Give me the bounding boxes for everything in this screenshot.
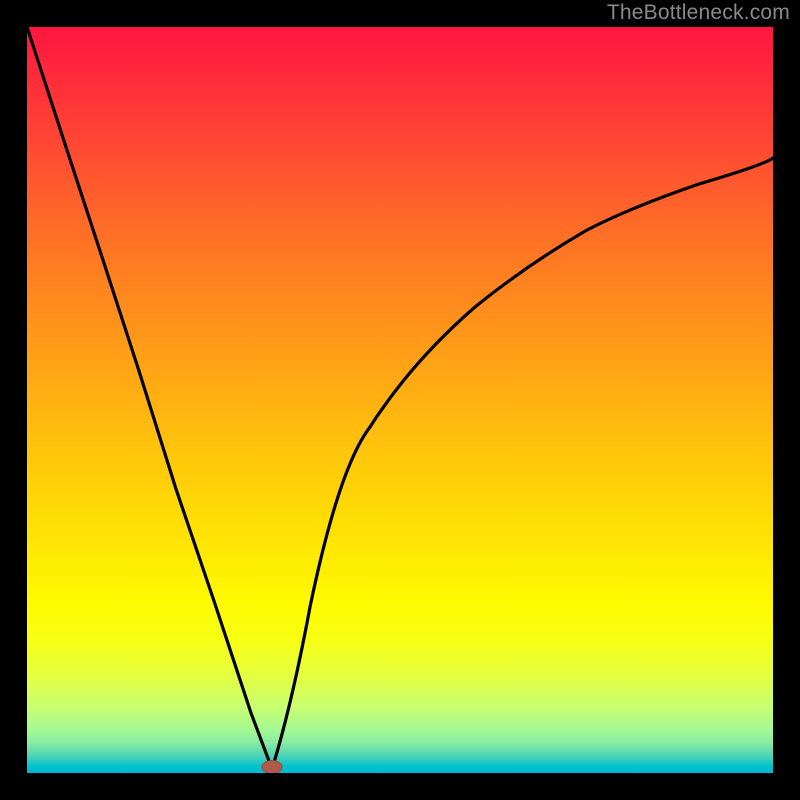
curve-left-branch: [27, 27, 272, 769]
curve-layer: [27, 27, 773, 773]
chart-frame: TheBottleneck.com: [0, 0, 800, 800]
curve-right-branch: [272, 158, 773, 769]
plot-area: [27, 27, 773, 773]
watermark-text: TheBottleneck.com: [607, 0, 790, 26]
optimal-point-marker: [262, 761, 282, 774]
